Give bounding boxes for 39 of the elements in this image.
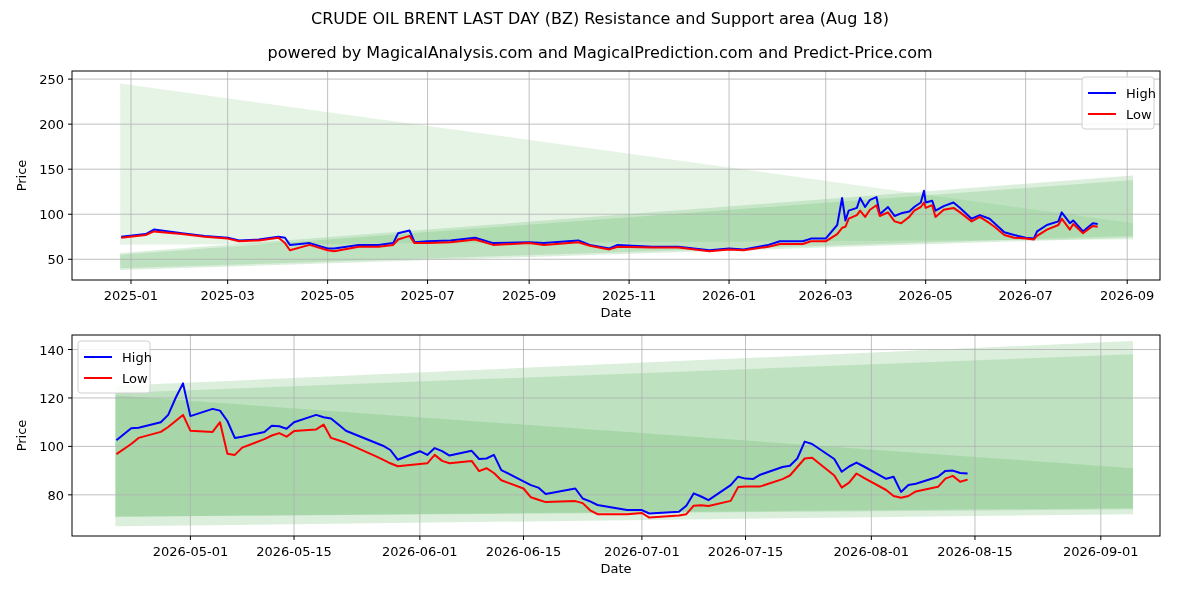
legend-label: High xyxy=(122,350,152,365)
x-tick-label: 2026-06-01 xyxy=(382,544,458,559)
x-tick-label: 2026-05-15 xyxy=(256,544,332,559)
y-tick-label: 120 xyxy=(39,390,64,406)
x-tick-label: 2026-05-01 xyxy=(152,544,229,559)
y-tick-label: 140 xyxy=(39,342,64,358)
x-tick-label: 2026-08-01 xyxy=(833,544,910,559)
legend-label: Low xyxy=(122,371,148,386)
x-tick-label: 2026-09-01 xyxy=(1063,544,1139,559)
legend-label: Low xyxy=(1126,107,1152,122)
chart-subtitle: powered by MagicalAnalysis.com and MagicalPrediction.com and Predict-Price.com xyxy=(267,43,933,62)
y-tick-label: 200 xyxy=(39,117,64,133)
x-tick-label: 2026-08-15 xyxy=(937,544,1013,559)
x-tick-label: 2025-05 xyxy=(300,288,355,303)
x-tick-label: 2025-07 xyxy=(400,288,455,303)
x-tick-label: 2026-03 xyxy=(798,288,853,303)
x-tick-label: 2026-06-15 xyxy=(485,544,562,559)
x-tick-label: 2026-01 xyxy=(701,288,757,303)
x-tick-label: 2025-01 xyxy=(103,288,159,303)
x-axis-label: Date xyxy=(600,305,632,320)
legend-label: High xyxy=(1126,86,1156,101)
y-tick-label: 100 xyxy=(39,207,64,223)
y-tick-label: 100 xyxy=(39,439,64,455)
y-axis-label: Price xyxy=(14,419,29,452)
y-tick-label: 250 xyxy=(39,72,64,88)
y-tick-label: 50 xyxy=(47,252,64,268)
x-tick-label: 2026-09 xyxy=(1100,288,1155,303)
x-tick-label: 2025-09 xyxy=(502,288,557,303)
y-axis-label: Price xyxy=(14,159,29,192)
x-tick-label: 2026-07-15 xyxy=(707,544,784,559)
x-axis-label: Date xyxy=(600,561,632,576)
x-tick-label: 2026-05 xyxy=(898,288,953,303)
x-tick-label: 2025-11 xyxy=(601,288,657,303)
y-tick-label: 80 xyxy=(47,487,64,503)
y-tick-label: 150 xyxy=(39,162,64,178)
x-tick-label: 2026-07-01 xyxy=(604,544,680,559)
x-tick-label: 2025-03 xyxy=(200,288,255,303)
chart-title: CRUDE OIL BRENT LAST DAY (BZ) Resistance and Support area (Aug 18) xyxy=(311,9,889,28)
x-tick-label: 2026-07 xyxy=(998,288,1053,303)
